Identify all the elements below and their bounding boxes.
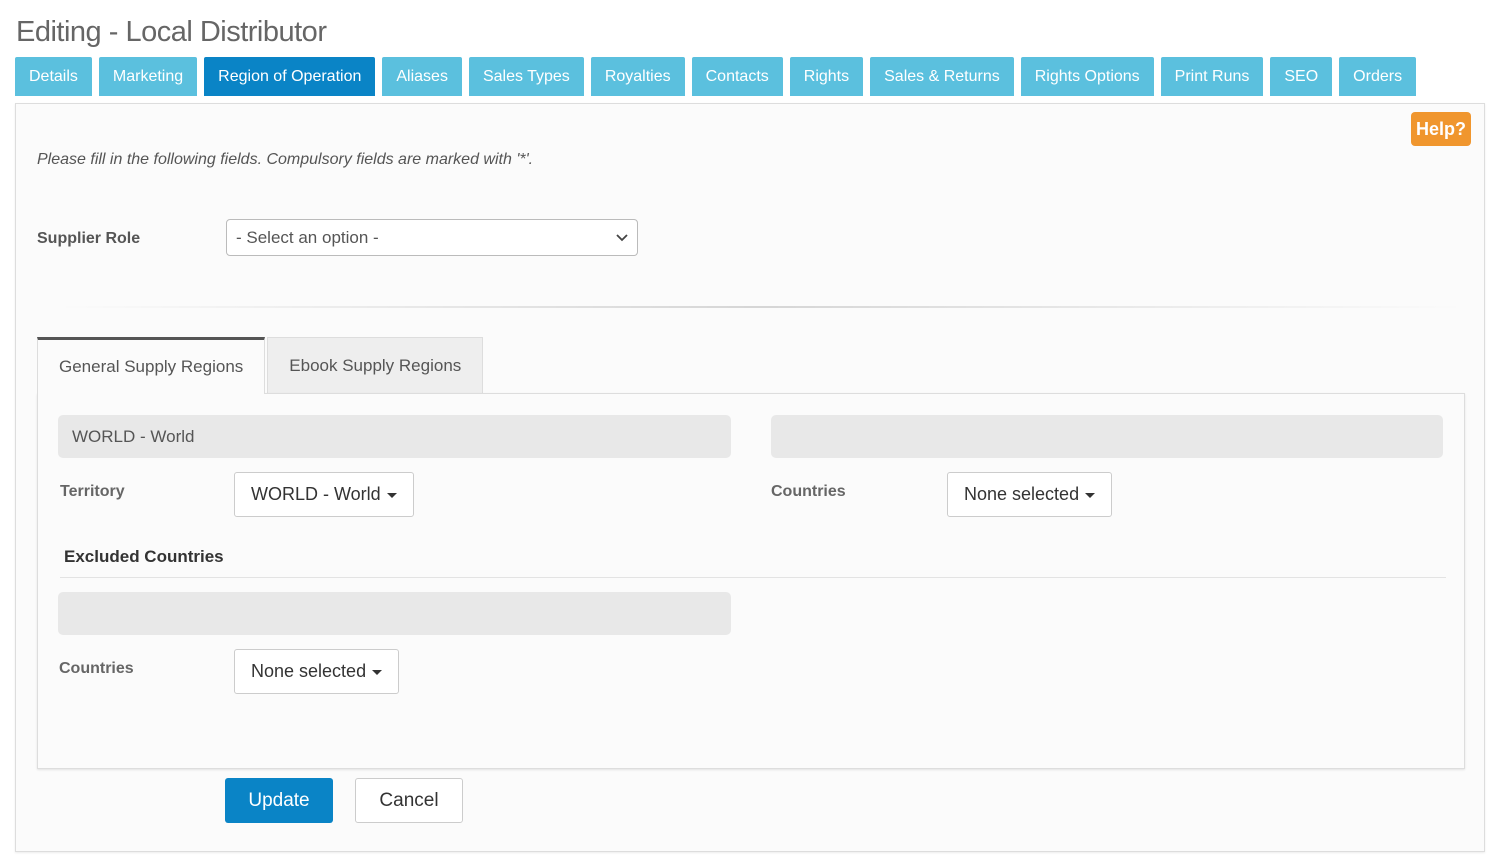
nav-tab-seo[interactable]: SEO	[1270, 57, 1333, 96]
supplier-role-select[interactable]: - Select an option -	[226, 219, 638, 256]
countries-label: Countries	[771, 483, 846, 500]
nav-tab-orders[interactable]: Orders	[1339, 57, 1417, 96]
tab-general-supply-regions[interactable]: General Supply Regions	[37, 337, 266, 394]
excluded-countries-rule	[60, 577, 1446, 578]
territory-value: WORLD - World	[251, 484, 381, 504]
supplier-role-value: - Select an option -	[236, 227, 379, 247]
nav-tab-rights[interactable]: Rights	[789, 57, 864, 96]
excluded-countries-heading: Excluded Countries	[64, 547, 224, 566]
countries-dropdown[interactable]: None selected	[947, 472, 1113, 517]
nav-tab-sales-types[interactable]: Sales Types	[468, 57, 584, 96]
countries-selected-bar	[771, 415, 1443, 458]
nav-tab-rights-options[interactable]: Rights Options	[1020, 57, 1154, 96]
nav-tab-print-runs[interactable]: Print Runs	[1160, 57, 1264, 96]
tab-ebook-supply-regions[interactable]: Ebook Supply Regions	[267, 337, 484, 394]
general-supply-regions-panel: WORLD - World Territory WORLD - World Co…	[37, 393, 1465, 769]
nav-tab-details[interactable]: Details	[15, 57, 92, 96]
nav-tabs: Details Marketing Region of Operation Al…	[15, 57, 1417, 96]
section-divider	[56, 306, 1466, 308]
nav-tab-region-of-operation[interactable]: Region of Operation	[204, 57, 376, 96]
excluded-countries-value: None selected	[251, 661, 367, 681]
territory-dropdown[interactable]: WORLD - World	[234, 472, 414, 517]
caret-down-icon	[372, 670, 383, 675]
page-title: Editing - Local Distributor	[16, 16, 327, 48]
nav-tab-sales-returns[interactable]: Sales & Returns	[870, 57, 1014, 96]
caret-down-icon	[1085, 493, 1096, 498]
countries-value: None selected	[964, 484, 1080, 504]
supplier-role-label: Supplier Role	[37, 230, 141, 247]
nav-tab-contacts[interactable]: Contacts	[691, 57, 783, 96]
update-button[interactable]: Update	[225, 778, 333, 823]
form-panel: Help? Please fill in the following field…	[15, 103, 1485, 852]
territory-selected-bar: WORLD - World	[58, 415, 731, 458]
excluded-countries-label: Countries	[59, 660, 134, 677]
nav-tab-aliases[interactable]: Aliases	[382, 57, 462, 96]
help-button[interactable]: Help?	[1411, 112, 1471, 146]
excluded-countries-dropdown[interactable]: None selected	[234, 649, 400, 694]
nav-tab-royalties[interactable]: Royalties	[590, 57, 685, 96]
excluded-countries-bar	[58, 592, 731, 635]
form-instructions: Please fill in the following fields. Com…	[37, 151, 534, 168]
territory-label: Territory	[60, 483, 125, 500]
chevron-down-icon	[616, 234, 628, 242]
cancel-button[interactable]: Cancel	[355, 778, 463, 823]
nav-tab-marketing[interactable]: Marketing	[98, 57, 198, 96]
region-tabs: General Supply Regions Ebook Supply Regi…	[37, 337, 484, 394]
caret-down-icon	[386, 493, 397, 498]
